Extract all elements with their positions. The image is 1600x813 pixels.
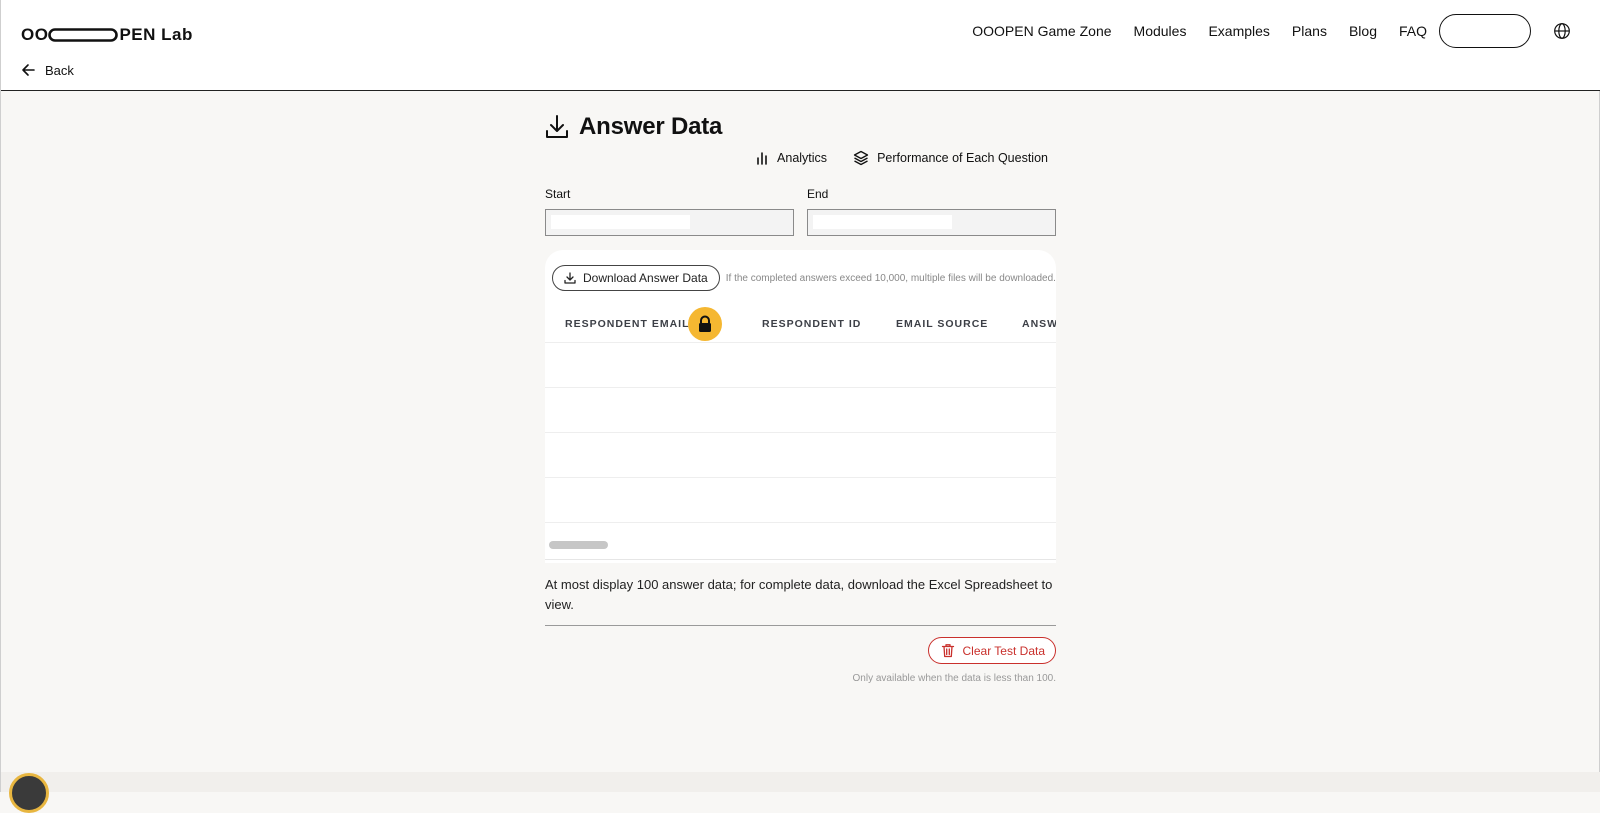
start-date-input[interactable] [545,209,794,236]
site-header: OO PEN Lab Back OOOPEN Game Zone Modules… [1,0,1600,91]
top-nav: OOOPEN Game Zone Modules Examples Plans … [972,14,1600,48]
column-respondent-id[interactable]: RESPONDENT ID [762,318,861,330]
download-answer-data-button[interactable]: Download Answer Data [552,265,720,291]
section-divider [545,625,1056,626]
nav-item-faq[interactable]: FAQ [1399,23,1427,39]
arrow-left-icon [22,64,35,76]
trash-icon [941,644,954,658]
table-row [545,432,1056,433]
globe-icon[interactable] [1553,22,1571,40]
start-date-value [551,215,690,229]
scrollbar-thumb[interactable] [549,541,608,549]
column-respondent-email[interactable]: RESPONDENT EMAIL [565,318,690,330]
answer-table-card: Download Answer Data If the completed an… [545,250,1056,563]
back-link[interactable]: Back [21,60,74,80]
clear-test-data-button[interactable]: Clear Test Data [927,637,1056,664]
table-row [545,387,1056,388]
account-button[interactable] [1439,14,1531,48]
brand-logo[interactable]: OO PEN Lab [21,25,193,45]
download-note: If the completed answers exceed 10,000, … [725,272,1056,284]
end-label: End [807,187,829,201]
performance-link[interactable]: Performance of Each Question [853,150,1048,166]
download-icon [564,272,576,284]
back-label: Back [45,62,74,78]
layers-icon [853,150,869,166]
lock-icon[interactable] [688,307,722,341]
horizontal-scrollbar[interactable] [545,538,1056,552]
download-answer-data-label: Download Answer Data [583,271,708,285]
table-header: RESPONDENT EMAIL RESPONDENT ID EMAIL SOU… [545,305,1056,342]
table-row [545,342,1056,343]
table-row [545,522,1056,523]
table-bottom-border [545,559,1056,560]
start-label: Start [545,187,571,201]
page-bottom-strip [1,772,1600,792]
nav-item-game-zone[interactable]: OOOPEN Game Zone [972,23,1111,39]
column-email-source[interactable]: EMAIL SOURCE [896,318,988,330]
page-title-row: Answer Data [545,111,722,143]
page-title: Answer Data [579,113,723,140]
bar-chart-icon [757,152,767,165]
analytics-link[interactable]: Analytics [755,151,827,165]
logo-capsule-icon [48,28,119,42]
column-answer[interactable]: ANSWER [1022,318,1056,330]
view-links: Analytics Performance of Each Question [755,148,1048,168]
logo-text-right: PEN Lab [119,25,193,44]
performance-label: Performance of Each Question [877,151,1048,165]
download-row: Download Answer Data If the completed an… [552,265,1056,291]
analytics-label: Analytics [777,151,828,165]
end-date-input[interactable] [807,209,1056,236]
display-limit-note: At most display 100 answer data; for com… [545,577,1053,612]
clear-test-data-note: Only available when the data is less tha… [852,673,1056,684]
nav-item-examples[interactable]: Examples [1208,23,1269,39]
download-icon [546,115,568,138]
logo-text-left: OO [21,25,49,44]
nav-item-modules[interactable]: Modules [1134,23,1187,39]
nav-item-blog[interactable]: Blog [1349,23,1377,39]
end-date-value [813,215,952,229]
cookie-settings-icon[interactable] [9,773,49,813]
clear-test-data-label: Clear Test Data [962,643,1045,658]
app-frame: OO PEN Lab Back OOOPEN Game Zone Modules… [0,0,1600,813]
nav-item-plans[interactable]: Plans [1292,23,1327,39]
table-row [545,477,1056,478]
